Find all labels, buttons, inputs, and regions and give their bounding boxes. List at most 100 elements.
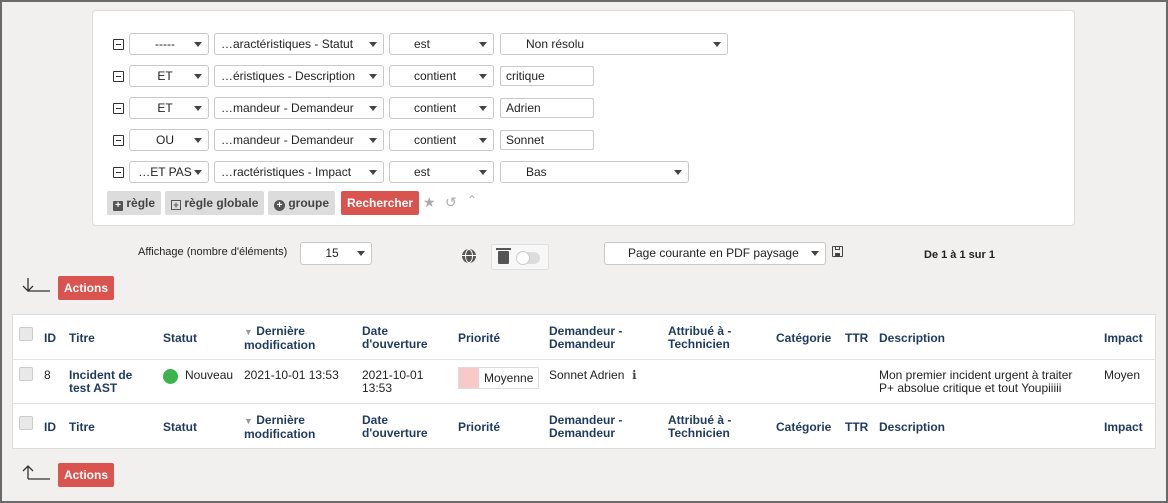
- value-select[interactable]: Non résolu: [500, 33, 728, 55]
- trash-icon[interactable]: [496, 248, 511, 264]
- priority-label: Moyenne: [484, 371, 534, 385]
- chevron-down-icon: [713, 42, 721, 47]
- cell-status: Nouveau: [185, 368, 234, 382]
- column-header-impact[interactable]: Impact: [1104, 332, 1143, 345]
- column-header-category[interactable]: Catégorie: [776, 421, 831, 434]
- column-header-impact[interactable]: Impact: [1104, 421, 1143, 434]
- value-input[interactable]: Adrien: [500, 98, 594, 118]
- ticket-title-link[interactable]: Incident de test AST: [69, 369, 132, 395]
- column-header-status[interactable]: Statut: [163, 332, 197, 345]
- operator-select[interactable]: contient: [389, 97, 494, 119]
- column-header-description[interactable]: Description: [879, 332, 945, 345]
- chevron-down-icon: [194, 106, 202, 111]
- operator-select[interactable]: est: [389, 33, 494, 55]
- chevron-down-icon: [811, 251, 819, 256]
- collapse-icon[interactable]: ⌃: [467, 193, 477, 207]
- value-input[interactable]: critique: [500, 66, 594, 86]
- column-header-status[interactable]: Statut: [163, 421, 197, 434]
- priority-color-swatch: [459, 368, 479, 388]
- chevron-down-icon: [479, 170, 487, 175]
- search-button[interactable]: Rechercher: [341, 191, 420, 215]
- select-all-checkbox[interactable]: [19, 416, 33, 430]
- value-input[interactable]: Sonnet: [500, 130, 594, 150]
- column-header-id[interactable]: ID: [44, 332, 56, 345]
- select-all-checkbox[interactable]: [19, 327, 33, 341]
- globe-icon[interactable]: [462, 249, 476, 263]
- criteria-row: …ET PAS …ractéristiques - Impact est Bas: [93, 161, 1074, 185]
- column-header-open-date[interactable]: Date d'ouverture: [362, 325, 428, 351]
- link-select[interactable]: ET: [129, 65, 209, 87]
- remove-criteria-icon[interactable]: [113, 71, 124, 82]
- operator-select[interactable]: contient: [389, 129, 494, 151]
- row-select-checkbox[interactable]: [19, 367, 33, 381]
- field-select[interactable]: …aractéristiques - Statut: [214, 33, 384, 55]
- tickets-table: ID Titre Statut ▼ Dernière modification D…: [12, 314, 1156, 449]
- priority-badge: Moyenne: [458, 367, 539, 389]
- cell-id: 8: [44, 368, 51, 382]
- link-select[interactable]: …ET PAS: [129, 161, 209, 183]
- link-select[interactable]: -----: [129, 33, 209, 55]
- chevron-down-icon: [674, 170, 682, 175]
- trash-toggle-switch[interactable]: [516, 251, 540, 265]
- sort-desc-icon: ▼: [244, 416, 253, 426]
- chevron-down-icon: [369, 138, 377, 143]
- column-header-ttr[interactable]: TTR: [845, 421, 868, 434]
- add-global-rule-button[interactable]: + règle globale: [165, 191, 265, 215]
- column-header-last-modified[interactable]: ▼ Dernière modification: [244, 414, 315, 441]
- field-select[interactable]: …ractéristiques - Impact: [214, 161, 384, 183]
- operator-select[interactable]: est: [389, 161, 494, 183]
- chevron-down-icon: [479, 74, 487, 79]
- remove-criteria-icon[interactable]: [113, 39, 124, 50]
- column-header-assigned[interactable]: Attribué à - Technicien: [668, 414, 731, 440]
- link-select[interactable]: OU: [129, 129, 209, 151]
- cell-requester[interactable]: Sonnet Adrien: [549, 369, 624, 382]
- chevron-down-icon: [369, 74, 377, 79]
- remove-criteria-icon[interactable]: [113, 167, 124, 178]
- sort-desc-icon: ▼: [244, 327, 253, 337]
- add-rule-button[interactable]: + règle: [107, 191, 162, 215]
- chevron-down-icon: [194, 138, 202, 143]
- value-select[interactable]: Bas: [500, 161, 689, 183]
- link-select[interactable]: ET: [129, 97, 209, 119]
- chevron-down-icon: [369, 106, 377, 111]
- cell-last-modified: 2021-10-01 13:53: [244, 368, 339, 382]
- divider: [13, 359, 1155, 360]
- export-format-select[interactable]: Page courante en PDF paysage: [604, 242, 826, 265]
- search-criteria-panel: ----- …aractéristiques - Statut est Non …: [92, 10, 1075, 226]
- remove-criteria-icon[interactable]: [113, 135, 124, 146]
- add-group-button[interactable]: + groupe: [268, 191, 336, 215]
- info-icon[interactable]: ℹ: [632, 368, 637, 382]
- operator-select[interactable]: contient: [389, 65, 494, 87]
- column-header-requester[interactable]: Demandeur - Demandeur: [549, 414, 622, 440]
- display-count-select[interactable]: 15: [300, 242, 372, 265]
- remove-criteria-icon[interactable]: [113, 103, 124, 114]
- column-header-priority[interactable]: Priorité: [458, 421, 500, 434]
- column-header-assigned[interactable]: Attribué à - Technicien: [668, 325, 731, 351]
- plus-square-outline-icon: +: [171, 200, 181, 210]
- column-header-requester[interactable]: Demandeur - Demandeur: [549, 325, 622, 351]
- criteria-row: ET …éristiques - Description contient cr…: [93, 65, 1074, 89]
- cell-description: Mon premier incident urgent à traiter P+ …: [879, 368, 1073, 395]
- status-new-icon: [163, 369, 178, 384]
- column-header-priority[interactable]: Priorité: [458, 332, 500, 345]
- field-select[interactable]: …mandeur - Demandeur: [214, 97, 384, 119]
- column-header-last-modified[interactable]: ▼ Dernière modification: [244, 325, 315, 352]
- display-count-label: Affichage (nombre d'éléments): [138, 246, 288, 258]
- column-header-open-date[interactable]: Date d'ouverture: [362, 414, 428, 440]
- column-header-id[interactable]: ID: [44, 421, 56, 434]
- field-select[interactable]: …mandeur - Demandeur: [214, 129, 384, 151]
- criteria-row: OU …mandeur - Demandeur contient Sonnet: [93, 129, 1074, 153]
- column-header-title[interactable]: Titre: [69, 332, 95, 345]
- save-icon[interactable]: [832, 246, 843, 257]
- actions-button-top[interactable]: Actions: [58, 276, 115, 300]
- column-header-category[interactable]: Catégorie: [776, 332, 831, 345]
- pagination-info: De 1 à 1 sur 1: [924, 249, 995, 261]
- reset-icon[interactable]: ↺: [445, 194, 457, 211]
- column-header-description[interactable]: Description: [879, 421, 945, 434]
- column-header-title[interactable]: Titre: [69, 421, 95, 434]
- criteria-row: ----- …aractéristiques - Statut est Non …: [93, 33, 1074, 57]
- field-select[interactable]: …éristiques - Description: [214, 65, 384, 87]
- star-icon[interactable]: ★: [423, 194, 436, 211]
- actions-button-bottom[interactable]: Actions: [58, 463, 115, 487]
- column-header-ttr[interactable]: TTR: [845, 332, 868, 345]
